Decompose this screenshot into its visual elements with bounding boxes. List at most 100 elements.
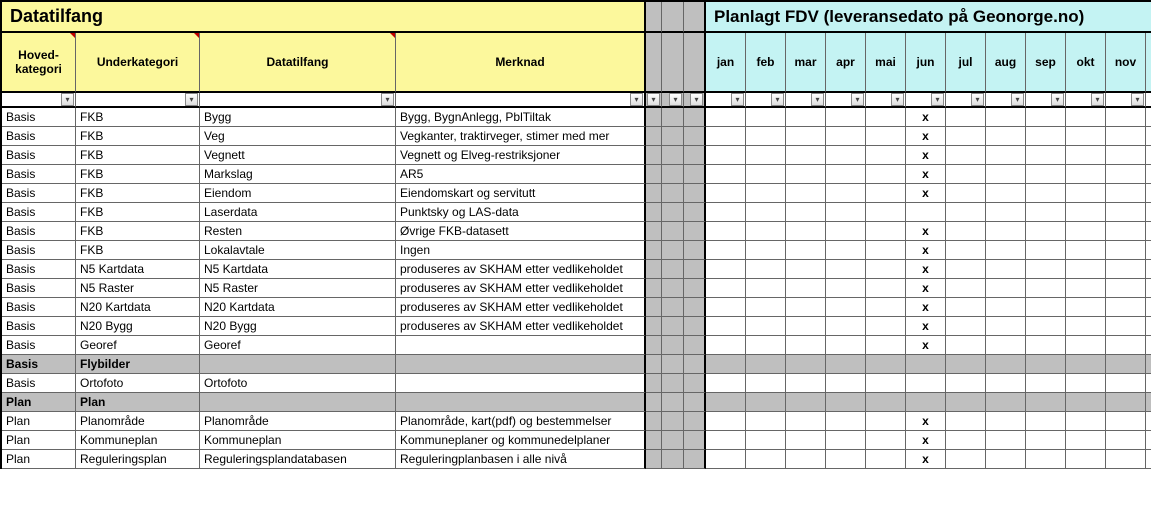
filter-dropdown-0[interactable]: ▾: [61, 93, 74, 106]
filter-cell-8: ▾: [746, 93, 786, 108]
sep-r17-1: [662, 431, 684, 450]
mark-r7-sep: [1026, 241, 1066, 260]
sep-r10-2: [684, 298, 706, 317]
mark-r2-nov: [1106, 146, 1146, 165]
sep-r14-0: [646, 374, 662, 393]
sep-r1-0: [646, 127, 662, 146]
mark-r2-okt: [1066, 146, 1106, 165]
filter-dropdown-11[interactable]: ▾: [891, 93, 904, 106]
mark-r8-apr: [826, 260, 866, 279]
mark-r7-okt: [1066, 241, 1106, 260]
filter-cell-13: ▾: [946, 93, 986, 108]
mark-r12-nov: [1106, 336, 1146, 355]
sep-r9-0: [646, 279, 662, 298]
month-header-jun: jun: [906, 33, 946, 93]
cell-r11-c0: Basis: [2, 317, 76, 336]
sep-r12-0: [646, 336, 662, 355]
filter-dropdown-6[interactable]: ▾: [690, 93, 703, 106]
mark-r3-mar: [786, 165, 826, 184]
sep-r9-1: [662, 279, 684, 298]
mark-r6-jan: [706, 222, 746, 241]
title-planlagt-fdv: Planlagt FDV (leveransedato på Geonorge.…: [706, 2, 1151, 33]
month-header-nov: nov: [1106, 33, 1146, 93]
filter-dropdown-3[interactable]: ▾: [630, 93, 643, 106]
cell-r10-c1: N20 Kartdata: [76, 298, 200, 317]
mark-r13-nov: [1106, 355, 1146, 374]
mark-r7-jan: [706, 241, 746, 260]
filter-dropdown-15[interactable]: ▾: [1051, 93, 1064, 106]
filter-cell-18: ▾: [1146, 93, 1151, 108]
mark-r6-jun: x: [906, 222, 946, 241]
sep-r11-0: [646, 317, 662, 336]
mark-r13-jul: [946, 355, 986, 374]
cell-r17-c0: Plan: [2, 431, 76, 450]
sep-r15-1: [662, 393, 684, 412]
month-header-jul: jul: [946, 33, 986, 93]
title-datatilfang: Datatilfang: [2, 2, 646, 33]
sep-r0-0: [646, 108, 662, 127]
sep-r16-1: [662, 412, 684, 431]
sep-r0-1: [662, 108, 684, 127]
mark-r17-aug: [986, 431, 1026, 450]
mark-r15-aug: [986, 393, 1026, 412]
mark-r2-jun: x: [906, 146, 946, 165]
mark-r4-jul: [946, 184, 986, 203]
mark-r11-sep: [1026, 317, 1066, 336]
cell-r10-c0: Basis: [2, 298, 76, 317]
mark-r1-apr: [826, 127, 866, 146]
mark-r9-aug: [986, 279, 1026, 298]
mark-r11-jul: [946, 317, 986, 336]
cell-r12-c1: Georef: [76, 336, 200, 355]
mark-r12-okt: [1066, 336, 1106, 355]
filter-dropdown-7[interactable]: ▾: [731, 93, 744, 106]
mark-r5-nov: [1106, 203, 1146, 222]
sep-r4-0: [646, 184, 662, 203]
cell-r11-c1: N20 Bygg: [76, 317, 200, 336]
mark-r9-mai: [866, 279, 906, 298]
mark-r10-des: x: [1146, 298, 1151, 317]
filter-cell-1: ▾: [76, 93, 200, 108]
month-header-des: des: [1146, 33, 1151, 93]
cell-r17-c3: Kommuneplaner og kommunedelplaner: [396, 431, 646, 450]
mark-r5-feb: [746, 203, 786, 222]
filter-dropdown-16[interactable]: ▾: [1091, 93, 1104, 106]
mark-r16-sep: [1026, 412, 1066, 431]
mark-r14-feb: [746, 374, 786, 393]
filter-dropdown-10[interactable]: ▾: [851, 93, 864, 106]
mark-r9-des: x: [1146, 279, 1151, 298]
mark-r16-jul: [946, 412, 986, 431]
mark-r16-apr: [826, 412, 866, 431]
filter-dropdown-2[interactable]: ▾: [381, 93, 394, 106]
filter-dropdown-9[interactable]: ▾: [811, 93, 824, 106]
filter-dropdown-13[interactable]: ▾: [971, 93, 984, 106]
filter-cell-4: ▾: [646, 93, 662, 108]
sep-r2-1: [662, 146, 684, 165]
filter-dropdown-12[interactable]: ▾: [931, 93, 944, 106]
mark-r5-mar: [786, 203, 826, 222]
cell-r2-c0: Basis: [2, 146, 76, 165]
mark-r18-okt: [1066, 450, 1106, 469]
filter-dropdown-4[interactable]: ▾: [647, 93, 660, 106]
mark-r11-mai: [866, 317, 906, 336]
filter-dropdown-17[interactable]: ▾: [1131, 93, 1144, 106]
filter-dropdown-14[interactable]: ▾: [1011, 93, 1024, 106]
filter-cell-3: ▾: [396, 93, 646, 108]
cell-r6-c1: FKB: [76, 222, 200, 241]
mark-r14-des: [1146, 374, 1151, 393]
sep-r3-2: [684, 165, 706, 184]
mark-r12-aug: [986, 336, 1026, 355]
mark-r9-nov: [1106, 279, 1146, 298]
mark-r17-mar: [786, 431, 826, 450]
filter-dropdown-8[interactable]: ▾: [771, 93, 784, 106]
sep-r5-2: [684, 203, 706, 222]
mark-r4-mar: [786, 184, 826, 203]
filter-dropdown-5[interactable]: ▾: [669, 93, 682, 106]
sep-r2-0: [646, 146, 662, 165]
filter-dropdown-1[interactable]: ▾: [185, 93, 198, 106]
mark-r2-jul: [946, 146, 986, 165]
mark-r14-nov: [1106, 374, 1146, 393]
mark-r12-jul: [946, 336, 986, 355]
cell-r4-c3: Eiendomskart og servitutt: [396, 184, 646, 203]
month-header-sep: sep: [1026, 33, 1066, 93]
mark-r14-jun: [906, 374, 946, 393]
